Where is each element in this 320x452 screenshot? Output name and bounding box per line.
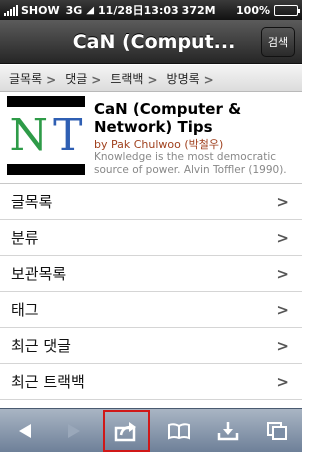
menu-item-tags[interactable]: 태그 > [0,292,302,328]
menu-item-label: 최근 댓글 [11,337,71,355]
menu-item-recent-comments[interactable]: 최근 댓글 > [0,328,302,364]
chevron-right-icon: > [276,264,289,283]
battery-percent: 100% [236,3,270,17]
bookmarks-button[interactable] [159,413,199,449]
menu-item-recent-trackbacks[interactable]: 최근 트랙백 > [0,364,302,400]
share-button[interactable] [102,409,150,452]
download-button[interactable] [208,413,248,449]
menu-item-label: 태그 [11,301,39,319]
back-button[interactable] [5,413,45,449]
breadcrumb-item-posts[interactable]: 글목록 [9,70,42,87]
menu-item-label: 보관목록 [11,265,67,283]
chevron-right-icon: > [147,73,158,87]
back-icon [18,423,31,438]
chevron-right-icon: > [276,192,289,211]
battery-icon [274,4,300,16]
blog-title[interactable]: CaN (Computer & Network) Tips [94,100,299,136]
chevron-right-icon: > [276,300,289,319]
page-title: CaN (Comput... [72,31,236,53]
menu-list: 글목록 > 분류 > 보관목록 > 태그 > 최근 댓글 > 최근 트랙백 > [0,184,302,408]
navigation-bar: CaN (Comput... 검색 [0,20,302,64]
pages-icon [267,421,288,440]
share-icon [115,421,137,441]
menu-item-categories[interactable]: 분류 > [0,220,302,256]
breadcrumb-item-trackbacks[interactable]: 트랙백 [110,70,143,87]
chevron-right-icon: > [91,73,102,87]
menu-item-label: 글목록 [11,193,53,211]
logo-letter-t: T [53,110,83,161]
pages-button[interactable] [257,413,297,449]
breadcrumb-item-comments[interactable]: 댓글 [65,70,87,87]
browser-toolbar [0,408,302,452]
menu-item-archive[interactable]: 보관목록 > [0,256,302,292]
chevron-right-icon: > [203,73,214,87]
status-bar: SHOW 3G ◢ 11/28日13:03 372M 100% [0,0,302,20]
blog-author: by Pak Chulwoo (박철우) [94,138,224,151]
breadcrumb-item-guestbook[interactable]: 방명록 [167,70,200,87]
blog-logo: N T [7,96,85,176]
chevron-right-icon: > [276,228,289,247]
chevron-right-icon: > [46,73,57,87]
carrier-name: SHOW [21,3,60,17]
status-datetime: 11/28日13:03 [98,4,179,17]
chevron-right-icon: > [276,372,289,391]
chevron-right-icon: > [276,336,289,355]
signal-strength-icon [4,4,18,16]
breadcrumb: 글목록 > 댓글 > 트랙백 > 방명록 > [0,65,302,92]
logo-letter-n: N [9,110,49,161]
forward-icon [67,423,80,438]
menu-item-label: 분류 [11,229,39,247]
download-icon [217,421,239,440]
wifi-icon: ◢ [86,4,95,16]
bookmarks-icon [168,422,191,439]
search-button[interactable]: 검색 [261,27,295,57]
status-memory: 372M [181,3,216,17]
blog-description: Knowledge is the most democratic source … [94,151,287,176]
forward-button[interactable] [54,413,94,449]
menu-item-label: 최근 트랙백 [11,373,85,391]
menu-item-posts[interactable]: 글목록 > [0,184,302,220]
network-type: 3G [65,3,83,17]
blog-header: N T CaN (Computer & Network) Tips by Pak… [0,92,302,184]
